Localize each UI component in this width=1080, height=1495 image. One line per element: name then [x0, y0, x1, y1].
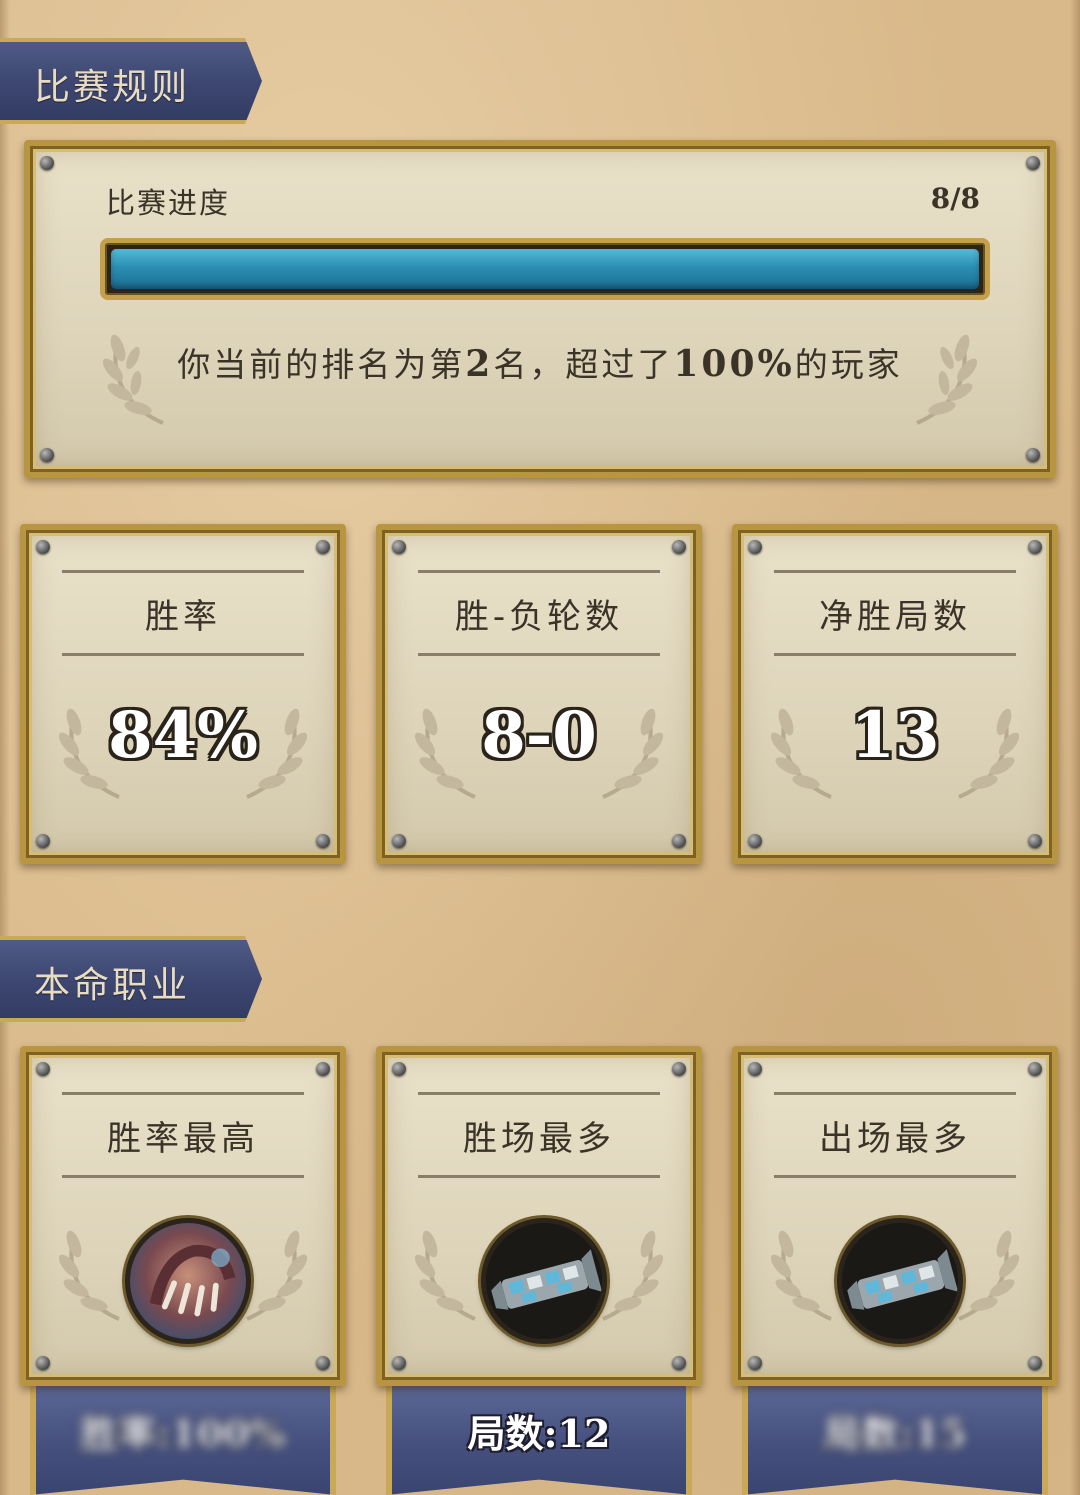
banner-text: 局数:12 — [467, 1411, 611, 1456]
laurel-left-icon — [756, 1224, 846, 1324]
class-card-most-wins[interactable]: 胜场最多 — [376, 1046, 702, 1386]
rivet-icon — [748, 540, 762, 554]
rules-section-title: 比赛规则 — [34, 67, 191, 108]
rivet-icon — [1028, 834, 1042, 848]
rank-mid: 名，超过了 — [493, 345, 674, 384]
rivet-icon — [316, 1356, 330, 1370]
stat-value: 84% — [108, 698, 258, 773]
rivet-icon — [36, 540, 50, 554]
mech-arm-class-icon — [837, 1218, 963, 1344]
stat-title: 胜率 — [62, 570, 304, 656]
progress-label: 比赛进度 — [106, 186, 231, 220]
rivet-icon — [748, 1062, 762, 1076]
rank-prefix: 你当前的排名为第 — [177, 345, 466, 384]
class-banner-wins: 局数:12 — [386, 1385, 692, 1495]
mech-arm-class-icon — [481, 1218, 607, 1344]
class-card-title: 出场最多 — [774, 1092, 1016, 1178]
class-banner-appearances: 局数:15 — [742, 1385, 1048, 1495]
left-edge — [0, 0, 10, 1495]
stat-value: 13 — [850, 698, 940, 773]
class-section-ribbon: 本命职业 — [0, 936, 262, 1022]
rivet-icon — [748, 1356, 762, 1370]
claw-class-icon — [125, 1218, 251, 1344]
progress-bar — [100, 238, 990, 300]
rank-summary: 你当前的排名为第2名，超过了100%的玩家 — [30, 338, 1050, 386]
rank-suffix: 的玩家 — [794, 345, 903, 384]
stat-card-win-loss: 胜-负轮数 8-0 — [376, 524, 702, 864]
rivet-icon — [36, 1062, 50, 1076]
class-section-title: 本命职业 — [34, 965, 191, 1006]
rivet-icon — [1026, 156, 1040, 170]
class-card-most-appearances[interactable]: 出场最多 — [732, 1046, 1058, 1386]
rivet-icon — [40, 156, 54, 170]
rivet-icon — [40, 448, 54, 462]
class-card-title: 胜场最多 — [418, 1092, 660, 1178]
rivet-icon — [392, 834, 406, 848]
rivet-icon — [316, 1062, 330, 1076]
rivet-icon — [36, 834, 50, 848]
rivet-icon — [1028, 1062, 1042, 1076]
progress-count: 8/8 — [930, 182, 980, 215]
rivet-icon — [392, 1062, 406, 1076]
rank-number: 2 — [465, 343, 494, 385]
rivet-icon — [672, 834, 686, 848]
laurel-left-icon — [44, 1224, 134, 1324]
rivet-icon — [1028, 540, 1042, 554]
stat-value: 8-0 — [481, 698, 597, 773]
progress-panel: 比赛进度 8/8 你当前的排名为第2名，超过了100%的玩家 — [24, 140, 1056, 478]
rivet-icon — [316, 834, 330, 848]
progress-bar-fill — [111, 249, 979, 289]
right-edge — [1070, 0, 1080, 1495]
rules-section-ribbon: 比赛规则 — [0, 38, 262, 124]
rivet-icon — [392, 1356, 406, 1370]
rank-percent: 100% — [673, 343, 795, 385]
class-banner-win-rate: 胜率:100% — [30, 1385, 336, 1495]
class-card-highest-win-rate[interactable]: 胜率最高 — [20, 1046, 346, 1386]
rivet-icon — [1028, 1356, 1042, 1370]
rivet-icon — [316, 540, 330, 554]
rivet-icon — [672, 1356, 686, 1370]
class-card-title: 胜率最高 — [62, 1092, 304, 1178]
stat-card-net-wins: 净胜局数 13 — [732, 524, 1058, 864]
stat-card-win-rate: 胜率 84% — [20, 524, 346, 864]
rivet-icon — [392, 540, 406, 554]
rivet-icon — [748, 834, 762, 848]
banner-text: 局数:15 — [823, 1411, 967, 1456]
laurel-left-icon — [400, 1224, 490, 1324]
banner-text: 胜率:100% — [80, 1411, 286, 1456]
rivet-icon — [36, 1356, 50, 1370]
rivet-icon — [1026, 448, 1040, 462]
rivet-icon — [672, 540, 686, 554]
stat-title: 净胜局数 — [774, 570, 1016, 656]
rivet-icon — [672, 1062, 686, 1076]
stat-title: 胜-负轮数 — [418, 570, 660, 656]
